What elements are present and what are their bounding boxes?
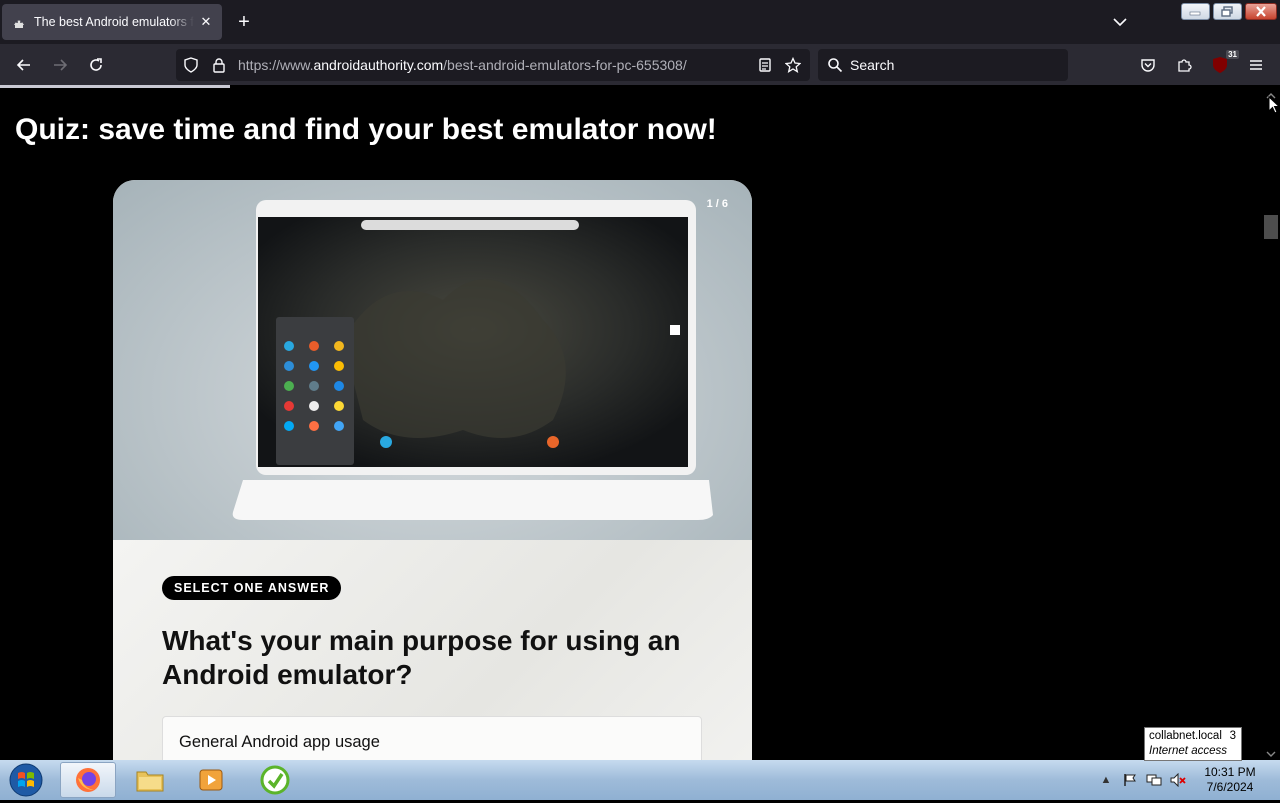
quiz-heading: Quiz: save time and find your best emula… xyxy=(15,113,717,146)
windows-taskbar: ▲ 10:31 PM 7/6/2024 xyxy=(0,760,1280,800)
window-minimize-button[interactable] xyxy=(1181,3,1210,20)
network-tooltip: collabnet.local 3 Internet access xyxy=(1144,727,1242,761)
quiz-body: SELECT ONE ANSWER What's your main purpo… xyxy=(113,540,752,760)
tracking-protection-shield-icon[interactable] xyxy=(180,54,202,76)
tooltip-count: 3 xyxy=(1229,730,1236,742)
taskbar-clock[interactable]: 10:31 PM 7/6/2024 xyxy=(1196,765,1264,795)
ublock-origin-icon[interactable]: 31 xyxy=(1209,50,1239,76)
tab-title: The best Android emulators for PC and Ma… xyxy=(34,15,194,29)
clock-time: 10:31 PM xyxy=(1204,765,1256,779)
lock-icon[interactable] xyxy=(208,54,230,76)
window-restore-button[interactable] xyxy=(1213,3,1242,20)
new-tab-icon[interactable]: + xyxy=(234,12,254,32)
quiz-card: 1 / 6 SELECT ONE ANSWER What's your main… xyxy=(113,180,752,760)
taskbar-green-app-icon[interactable] xyxy=(247,762,303,798)
page-scrollbar[interactable] xyxy=(1262,85,1280,760)
bookmark-star-icon[interactable] xyxy=(782,54,804,76)
android-authority-icon xyxy=(12,15,26,29)
taskbar-media-player-icon[interactable] xyxy=(183,762,239,798)
pocket-icon[interactable] xyxy=(1137,54,1159,76)
tab-close-icon[interactable]: ✕ xyxy=(198,14,214,30)
back-arrow-icon[interactable] xyxy=(13,54,35,76)
show-hidden-icons-icon[interactable]: ▲ xyxy=(1098,772,1114,788)
tab-strip: The best Android emulators for PC and Ma… xyxy=(0,0,1280,44)
url-prefix: https://www. xyxy=(238,57,314,73)
list-all-tabs-icon[interactable] xyxy=(1110,12,1130,32)
window-close-button[interactable] xyxy=(1245,3,1277,20)
quiz-question: What's your main purpose for using an An… xyxy=(162,625,681,690)
volume-muted-icon[interactable] xyxy=(1170,772,1186,788)
answer-option-label: General Android app usage xyxy=(179,733,380,751)
taskbar-file-explorer-icon[interactable] xyxy=(122,762,178,798)
search-box[interactable]: Search xyxy=(818,49,1068,81)
action-center-flag-icon[interactable] xyxy=(1122,772,1138,788)
web-content: Quiz: save time and find your best emula… xyxy=(0,88,1262,760)
answer-option[interactable]: General Android app usage xyxy=(162,716,702,760)
tooltip-network-name: collabnet.local xyxy=(1149,730,1222,742)
navigation-toolbar: https://www.androidauthority.com/best-an… xyxy=(0,44,1280,85)
active-tab[interactable]: The best Android emulators for PC and Ma… xyxy=(2,4,222,40)
ublock-count-badge: 31 xyxy=(1226,50,1239,59)
search-placeholder: Search xyxy=(850,57,895,73)
system-tray: ▲ xyxy=(1098,760,1208,800)
app-menu-icon[interactable] xyxy=(1245,54,1267,76)
url-text[interactable]: https://www.androidauthority.com/best-an… xyxy=(238,57,687,73)
scrollbar-thumb[interactable] xyxy=(1264,215,1278,239)
start-button[interactable] xyxy=(6,762,46,798)
select-answer-badge: SELECT ONE ANSWER xyxy=(162,576,342,600)
search-icon xyxy=(824,54,846,76)
extensions-puzzle-icon[interactable] xyxy=(1173,54,1195,76)
address-bar[interactable]: https://www.androidauthority.com/best-an… xyxy=(176,49,810,81)
quiz-page-indicator: 1 / 6 xyxy=(706,198,728,210)
laptop-illustration: 1 / 6 xyxy=(113,180,752,540)
forward-arrow-icon[interactable] xyxy=(49,54,71,76)
url-path: /best-android-emulators-for-pc-655308/ xyxy=(443,57,687,73)
tooltip-status: Internet access xyxy=(1149,745,1227,757)
reader-view-icon[interactable] xyxy=(754,54,776,76)
reload-icon[interactable] xyxy=(85,54,107,76)
network-icon[interactable] xyxy=(1146,772,1162,788)
url-domain: androidauthority.com xyxy=(313,57,444,73)
clock-date: 7/6/2024 xyxy=(1206,780,1254,794)
taskbar-firefox-icon[interactable] xyxy=(60,762,116,798)
mouse-cursor-icon xyxy=(1268,95,1280,114)
